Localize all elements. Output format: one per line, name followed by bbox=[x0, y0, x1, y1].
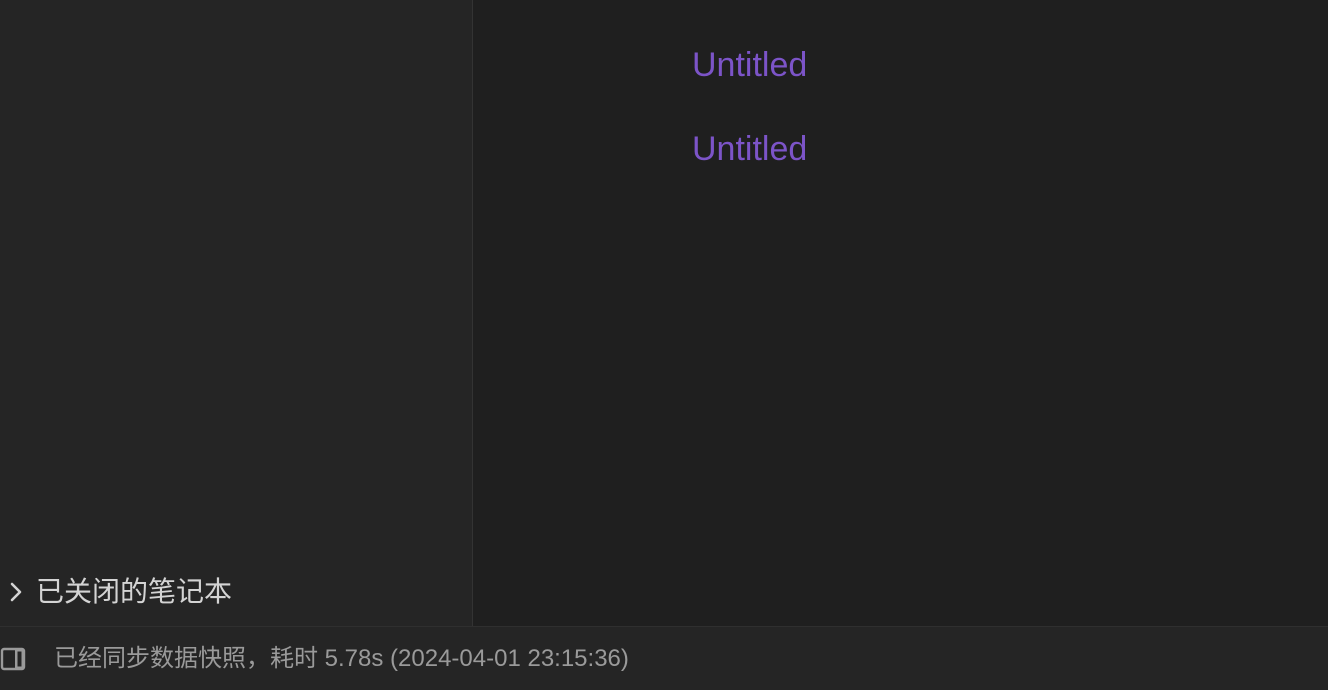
dock-toggle-icon[interactable] bbox=[0, 645, 28, 673]
sidebar: 已关闭的笔记本 bbox=[0, 0, 473, 626]
chevron-right-icon[interactable] bbox=[0, 570, 30, 614]
app-window: 已关闭的笔记本 Untitled Untitled 已经同步数据快照，耗时 5.… bbox=[0, 0, 1328, 690]
block-ref-link[interactable]: Untitled bbox=[692, 45, 807, 85]
closed-notebooks-toggle[interactable]: 已关闭的笔记本 bbox=[0, 570, 472, 614]
closed-notebooks-label: 已关闭的笔记本 bbox=[36, 576, 233, 607]
status-message: 已经同步数据快照，耗时 5.78s (2024-04-01 23:15:36) bbox=[54, 644, 629, 672]
editor-area: Untitled Untitled bbox=[473, 0, 1328, 626]
block-ref-link[interactable]: Untitled bbox=[692, 129, 807, 169]
status-bar: 已经同步数据快照，耗时 5.78s (2024-04-01 23:15:36) bbox=[0, 626, 1328, 690]
